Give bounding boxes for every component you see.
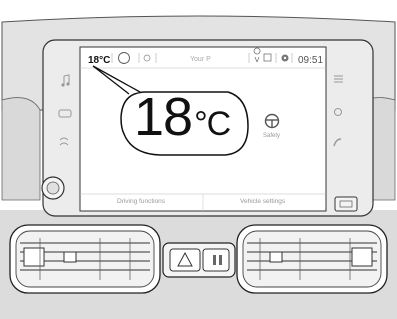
callout-temperature-unit: °C bbox=[194, 105, 231, 143]
safety-app-label[interactable]: Safety bbox=[263, 133, 280, 139]
callout-temperature-value: 18 bbox=[134, 87, 193, 147]
status-bar-clock: 09:51 bbox=[298, 55, 324, 66]
right-air-vent[interactable] bbox=[236, 224, 388, 294]
screen-off-button[interactable] bbox=[334, 196, 358, 212]
left-air-vent[interactable] bbox=[9, 224, 161, 294]
vehicle-settings-button[interactable]: Vehicle settings bbox=[240, 198, 285, 205]
infotainment-illustration: 18°C Your P 09:51 18°C Safety Driving fu… bbox=[0, 0, 397, 319]
volume-knob[interactable] bbox=[41, 176, 65, 200]
dashboard-left-trim bbox=[1, 97, 41, 201]
gear-icon[interactable] bbox=[281, 54, 289, 62]
hazard-warning-icon[interactable] bbox=[169, 248, 201, 272]
lock-icon[interactable] bbox=[202, 248, 230, 272]
profile-name[interactable]: Your P bbox=[190, 56, 211, 63]
callout-temperature: 18°C bbox=[134, 87, 231, 147]
driving-functions-button[interactable]: Driving functions bbox=[117, 198, 165, 205]
status-bar-temperature[interactable]: 18°C bbox=[88, 55, 110, 66]
dashboard-drawing bbox=[0, 15, 397, 319]
